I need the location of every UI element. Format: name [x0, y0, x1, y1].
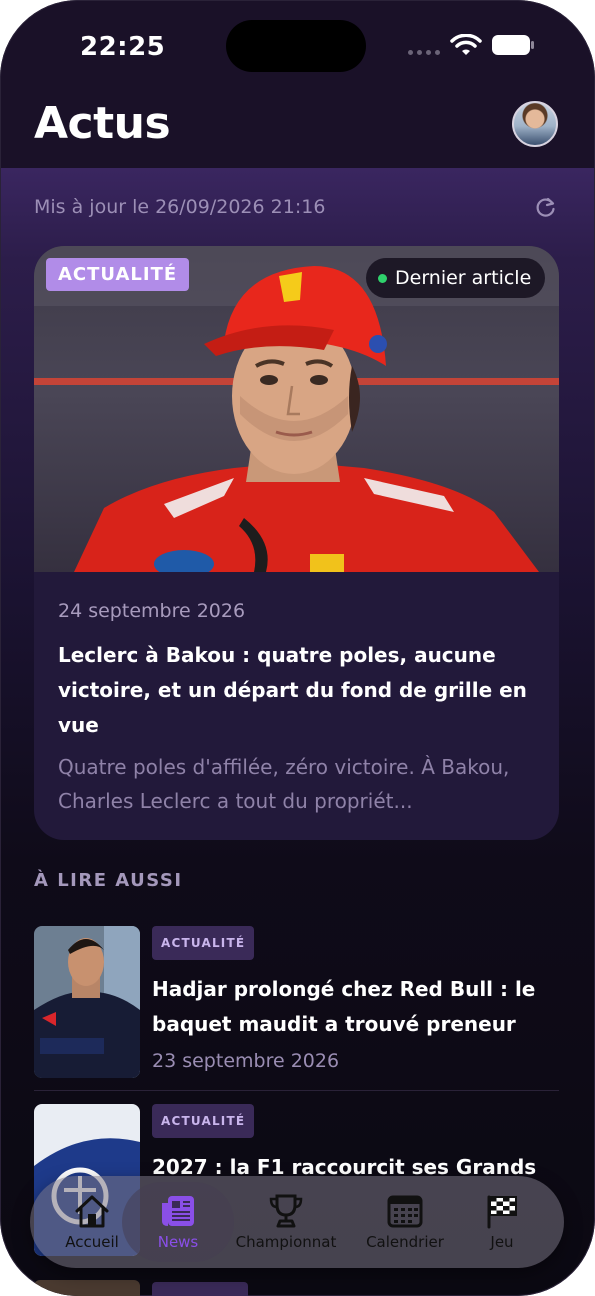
- tab-accueil[interactable]: Accueil: [52, 1176, 132, 1268]
- news-icon: [162, 1196, 194, 1226]
- wifi-icon: [450, 34, 482, 55]
- tab-bar: Accueil News Championnat Calendrier Jeu: [30, 1176, 564, 1268]
- tab-jeu[interactable]: Jeu: [466, 1176, 538, 1268]
- checkered-flag-icon: [487, 1195, 517, 1229]
- dynamic-island: [226, 20, 366, 72]
- tab-news[interactable]: News: [138, 1176, 218, 1268]
- status-time: 22:25: [80, 32, 166, 62]
- featured-article-image: ACTUALITÉ Dernier article: [34, 246, 559, 578]
- article-thumbnail: [34, 926, 140, 1078]
- article-category-tag: ACTUALITÉ: [152, 1104, 255, 1138]
- refresh-icon[interactable]: [534, 195, 558, 219]
- tab-label: Calendrier: [366, 1233, 444, 1251]
- tab-label: Jeu: [490, 1233, 514, 1251]
- featured-excerpt: Quatre poles d'affilée, zéro victoire. À…: [58, 755, 510, 813]
- latest-article-badge: Dernier article: [366, 258, 546, 298]
- page-title: Actus: [34, 98, 171, 149]
- live-dot-icon: [378, 273, 387, 283]
- home-icon: [75, 1195, 109, 1228]
- section-title: À LIRE AUSSI: [34, 870, 183, 891]
- last-updated-text: Mis à jour le 26/09/2026 21:16: [34, 196, 326, 218]
- tab-label: Championnat: [235, 1233, 337, 1251]
- article-thumbnail: [34, 1280, 140, 1296]
- profile-avatar[interactable]: [512, 101, 558, 147]
- phone-screen: 22:25 Actus Mis à jour le 26/09/2026 21:…: [0, 0, 595, 1296]
- article-date: 23 septembre 2026: [152, 1050, 340, 1072]
- trophy-icon: [269, 1194, 303, 1228]
- featured-title[interactable]: Leclerc à Bakou : quatre poles, aucune v…: [58, 638, 538, 743]
- calendar-icon: [387, 1195, 423, 1228]
- list-item[interactable]: ACTUALITÉ Hadjar prolongé chez Red Bull …: [34, 926, 559, 1078]
- cellular-signal-icon: [408, 50, 440, 55]
- article-title[interactable]: Hadjar prolongé chez Red Bull : le baque…: [152, 972, 557, 1042]
- featured-article-card[interactable]: ACTUALITÉ Dernier article 24 septembre 2…: [34, 246, 559, 840]
- latest-article-label: Dernier article: [395, 267, 532, 289]
- featured-category-tag: ACTUALITÉ: [46, 258, 190, 291]
- divider: [34, 1090, 559, 1091]
- article-category-tag: [152, 1282, 248, 1296]
- featured-date: 24 septembre 2026: [58, 600, 246, 622]
- tab-championnat[interactable]: Championnat: [228, 1176, 344, 1268]
- article-category-tag: ACTUALITÉ: [152, 926, 255, 960]
- tab-label: Accueil: [65, 1233, 119, 1251]
- tab-calendrier[interactable]: Calendrier: [358, 1176, 452, 1268]
- tab-label: News: [157, 1233, 199, 1251]
- battery-icon: [492, 35, 534, 55]
